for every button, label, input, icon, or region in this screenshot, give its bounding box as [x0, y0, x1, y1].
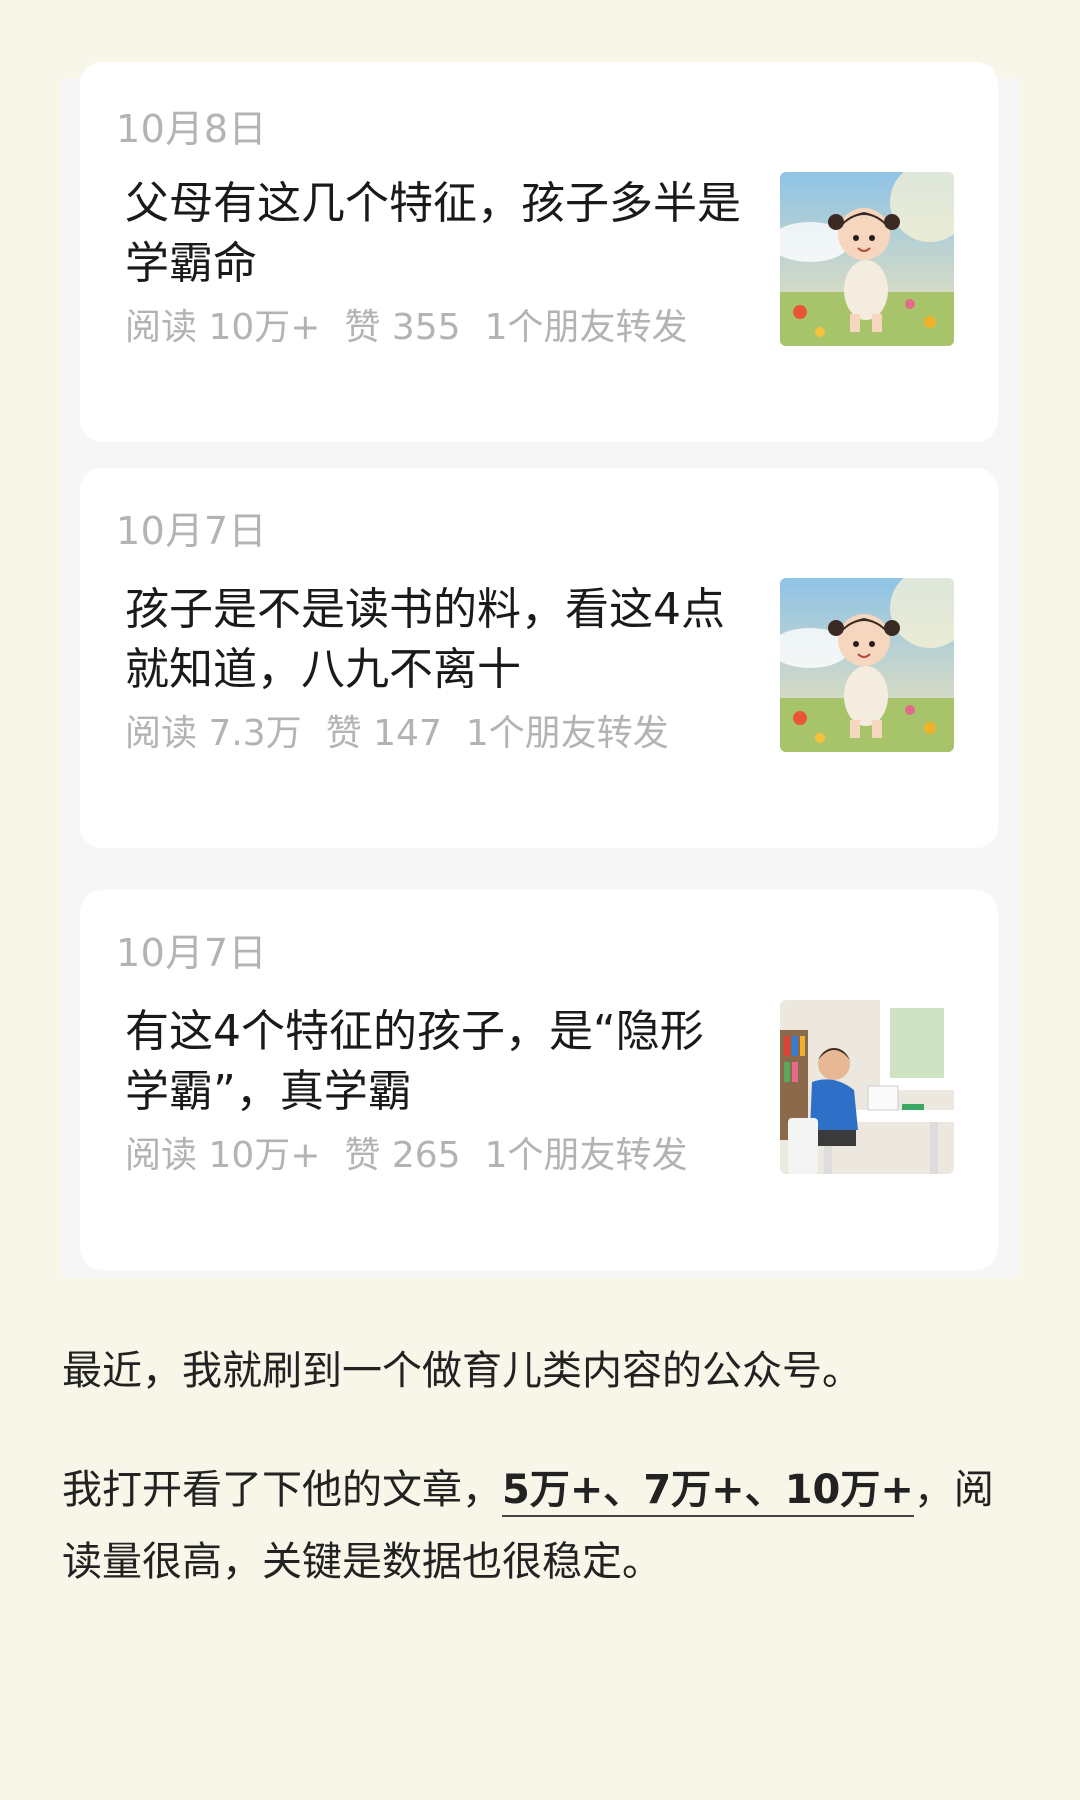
share-count: 1个朋友转发: [484, 307, 688, 348]
article-stats: 阅读 7.3万赞 147 1个朋友转发: [125, 704, 693, 756]
article-title[interactable]: 父母有这几个特征，孩子多半是学霸命: [125, 174, 745, 294]
body-paragraph: 最近，我就刷到一个做育儿类内容的公众号。: [62, 1348, 862, 1394]
body-paragraph: 我打开看了下他的文章，5万+、7万+、10万+，阅读量很高，关键是数据也很稳定。: [62, 1454, 1022, 1598]
like-count: 赞 355: [344, 307, 461, 348]
article-stats: 阅读 10万+ 赞 265 1个朋友转发: [125, 1126, 712, 1178]
article-thumbnail[interactable]: [780, 1000, 954, 1174]
read-count: 阅读 10万+: [125, 1135, 321, 1176]
article-card[interactable]: 10月8日 父母有这几个特征，孩子多半是学霸命 阅读 10万+ 赞 355 1个朋友…: [80, 62, 998, 442]
article-card[interactable]: 10月7日 孩子是不是读书的料，看这4点就知道，八九不离十 阅读 7.3万赞 1…: [80, 468, 998, 848]
read-count: 阅读 7.3万: [125, 713, 302, 754]
article-title[interactable]: 孩子是不是读书的料，看这4点就知道，八九不离十: [125, 580, 745, 700]
highlighted-stats: 5万+、7万+、10万+: [502, 1467, 914, 1517]
article-thumbnail[interactable]: [780, 578, 954, 752]
article-date: 10月7日: [116, 931, 268, 975]
read-count: 阅读 10万+: [125, 307, 321, 348]
article-date: 10月7日: [116, 509, 268, 553]
article-card[interactable]: 10月7日 有这4个特征的孩子，是“隐形学霸”，真学霸 阅读 10万+ 赞 265…: [80, 890, 998, 1270]
article-stats: 阅读 10万+ 赞 355 1个朋友转发: [125, 298, 712, 350]
article-date: 10月8日: [116, 107, 268, 151]
like-count: 赞 147: [325, 713, 442, 754]
share-count: 1个朋友转发: [484, 1135, 688, 1176]
share-count: 1个朋友转发: [465, 713, 669, 754]
body-text-segment: 我打开看了下他的文章，: [62, 1467, 502, 1513]
article-title[interactable]: 有这4个特征的孩子，是“隐形学霸”，真学霸: [125, 1002, 745, 1122]
like-count: 赞 265: [344, 1135, 461, 1176]
article-thumbnail[interactable]: [780, 172, 954, 346]
article-list-screenshot: 10月8日 父母有这几个特征，孩子多半是学霸命 阅读 10万+ 赞 355 1个朋友…: [60, 62, 1020, 1278]
